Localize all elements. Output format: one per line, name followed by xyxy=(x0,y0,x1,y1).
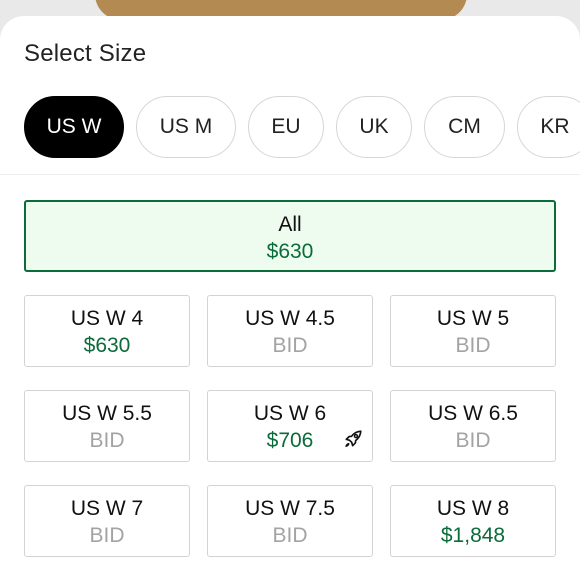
size-price: BID xyxy=(455,334,491,357)
chip-label: US W xyxy=(46,115,102,138)
size-label: US W 5.5 xyxy=(62,402,152,425)
size-label: US W 8 xyxy=(436,497,510,520)
size-tile-us-w-7-5[interactable]: US W 7.5 BID xyxy=(207,485,373,557)
size-tile-us-w-6-5[interactable]: US W 6.5 BID xyxy=(390,390,556,462)
chip-uk[interactable]: UK xyxy=(336,96,412,158)
rocket-icon xyxy=(345,430,362,448)
size-price: BID xyxy=(89,524,125,547)
chip-label: US M xyxy=(159,115,213,138)
chip-label: KR xyxy=(540,115,570,138)
size-price: $630 xyxy=(266,240,314,263)
size-tile-us-w-5[interactable]: US W 5 BID xyxy=(390,295,556,367)
chip-us-m[interactable]: US M xyxy=(136,96,236,158)
size-tile-us-w-5-5[interactable]: US W 5.5 BID xyxy=(24,390,190,462)
size-price: $1,848 xyxy=(440,524,506,547)
size-label: All xyxy=(278,213,302,236)
size-selection-sheet: Select Size US W US M EU UK CM KR All $6… xyxy=(0,16,580,580)
size-label: US W 6.5 xyxy=(428,402,518,425)
size-tile-us-w-4-5[interactable]: US W 4.5 BID xyxy=(207,295,373,367)
chip-label: CM xyxy=(448,115,481,138)
size-price: BID xyxy=(272,524,308,547)
size-price: $630 xyxy=(83,334,131,357)
size-label: US W 7 xyxy=(70,497,144,520)
size-system-chips: US W US M EU UK CM KR xyxy=(24,96,580,158)
size-tile-us-w-7[interactable]: US W 7 BID xyxy=(24,485,190,557)
chip-kr[interactable]: KR xyxy=(517,96,580,158)
size-tile-us-w-6[interactable]: US W 6 $706 xyxy=(207,390,373,462)
chip-cm[interactable]: CM xyxy=(424,96,505,158)
chip-us-w[interactable]: US W xyxy=(24,96,124,158)
size-price: BID xyxy=(89,429,125,452)
chip-eu[interactable]: EU xyxy=(248,96,324,158)
size-label: US W 6 xyxy=(253,402,327,425)
size-tile-all[interactable]: All $630 xyxy=(24,200,556,272)
size-label: US W 5 xyxy=(436,307,510,330)
size-price: BID xyxy=(455,429,491,452)
chip-label: EU xyxy=(271,115,301,138)
size-label: US W 4 xyxy=(70,307,144,330)
size-price: BID xyxy=(272,334,308,357)
section-divider xyxy=(0,174,580,175)
size-label: US W 4.5 xyxy=(245,307,335,330)
size-tile-us-w-8[interactable]: US W 8 $1,848 xyxy=(390,485,556,557)
chip-label: UK xyxy=(359,115,389,138)
size-label: US W 7.5 xyxy=(245,497,335,520)
sheet-title: Select Size xyxy=(24,40,147,67)
size-tile-us-w-4[interactable]: US W 4 $630 xyxy=(24,295,190,367)
size-picker-screen: Select Size US W US M EU UK CM KR All $6… xyxy=(0,0,580,580)
